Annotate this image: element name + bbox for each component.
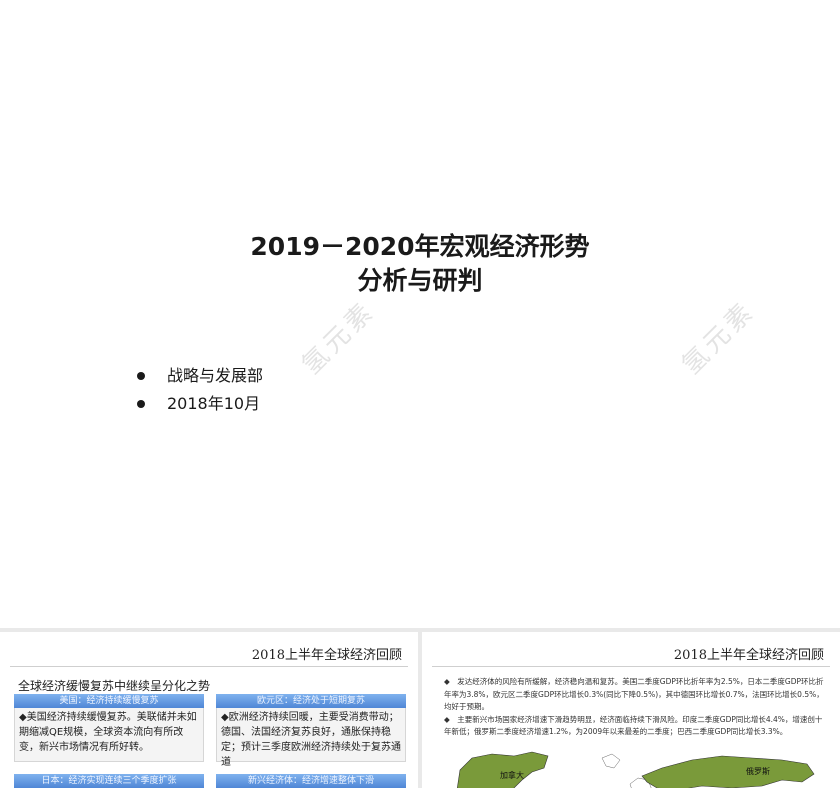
- thumbnail-title: 2018上半年全球经济回顾: [251, 648, 402, 663]
- watermark: 氢元素: [296, 295, 382, 381]
- info-box-header: 日本：经济实现连续三个季度扩张: [14, 774, 204, 788]
- info-box-header: 欧元区：经济处于短期复苏: [216, 694, 406, 708]
- map-label-canada: 加拿大: [500, 771, 524, 780]
- divider: [10, 666, 408, 667]
- paragraph-emerging: ◆ 主要新兴市场国家经济增速下滑趋势明显，经济面临持续下滑风险。印度二季度GDP…: [444, 714, 823, 737]
- info-box-header: 新兴经济体：经济增速整体下滑: [216, 774, 406, 788]
- review-text: ◆ 发达经济体的风险有所缓解，经济稳向温和复苏。美国二季度GDP环比折年率为2.…: [444, 676, 824, 739]
- map-label-russia: 俄罗斯: [746, 767, 770, 776]
- thumbnail-title: 2018上半年全球经济回顾: [673, 648, 824, 663]
- slide-title: 2019－2020年宏观经济形势 分析与研判: [0, 230, 840, 298]
- info-box-body: ◆美国经济持续缓慢复苏。美联储并未如期缩减QE规模，全球资本流向有所改变，新兴市…: [14, 708, 204, 762]
- paragraph-developed: ◆ 发达经济体的风险有所缓解，经济稳向温和复苏。美国二季度GDP环比折年率为2.…: [444, 677, 824, 711]
- bullet-dot-icon: [137, 372, 145, 380]
- slide-thumbnail-3[interactable]: 2018上半年全球经济回顾 ◆ 发达经济体的风险有所缓解，经济稳向温和复苏。美国…: [422, 632, 840, 788]
- info-box-emerging: 新兴经济体：经济增速整体下滑: [216, 774, 406, 788]
- bullet-item-department: 战略与发展部: [137, 362, 263, 390]
- section-heading: 全球经济缓慢复苏中继续呈分化之势: [18, 679, 211, 693]
- slide-thumbnail-2[interactable]: 2018上半年全球经济回顾 全球经济缓慢复苏中继续呈分化之势 美国：经济持续缓慢…: [0, 632, 418, 788]
- info-box-japan: 日本：经济实现连续三个季度扩张: [14, 774, 204, 788]
- slide-title-line2: 分析与研判: [357, 266, 483, 295]
- info-box-body: ◆欧洲经济持续回暖，主要受消费带动；德国、法国经济复苏良好，通胀保持稳定；预计三…: [216, 708, 406, 768]
- bullet-list: 战略与发展部 2018年10月: [137, 362, 263, 418]
- info-box-eurozone: 欧元区：经济处于短期复苏 ◆欧洲经济持续回暖，主要受消费带动；德国、法国经济复苏…: [216, 694, 406, 768]
- slide-title-line1: 2019－2020年宏观经济形势: [250, 232, 590, 261]
- bullet-item-date: 2018年10月: [137, 390, 263, 418]
- info-box-usa: 美国：经济持续缓慢复苏 ◆美国经济持续缓慢复苏。美联储并未如期缩减QE规模，全球…: [14, 694, 204, 762]
- watermark: 氢元素: [676, 295, 762, 381]
- info-box-header: 美国：经济持续缓慢复苏: [14, 694, 204, 708]
- divider: [432, 666, 830, 667]
- bullet-dot-icon: [137, 400, 145, 408]
- title-slide: 2019－2020年宏观经济形势 分析与研判 战略与发展部 2018年10月 氢…: [0, 0, 840, 628]
